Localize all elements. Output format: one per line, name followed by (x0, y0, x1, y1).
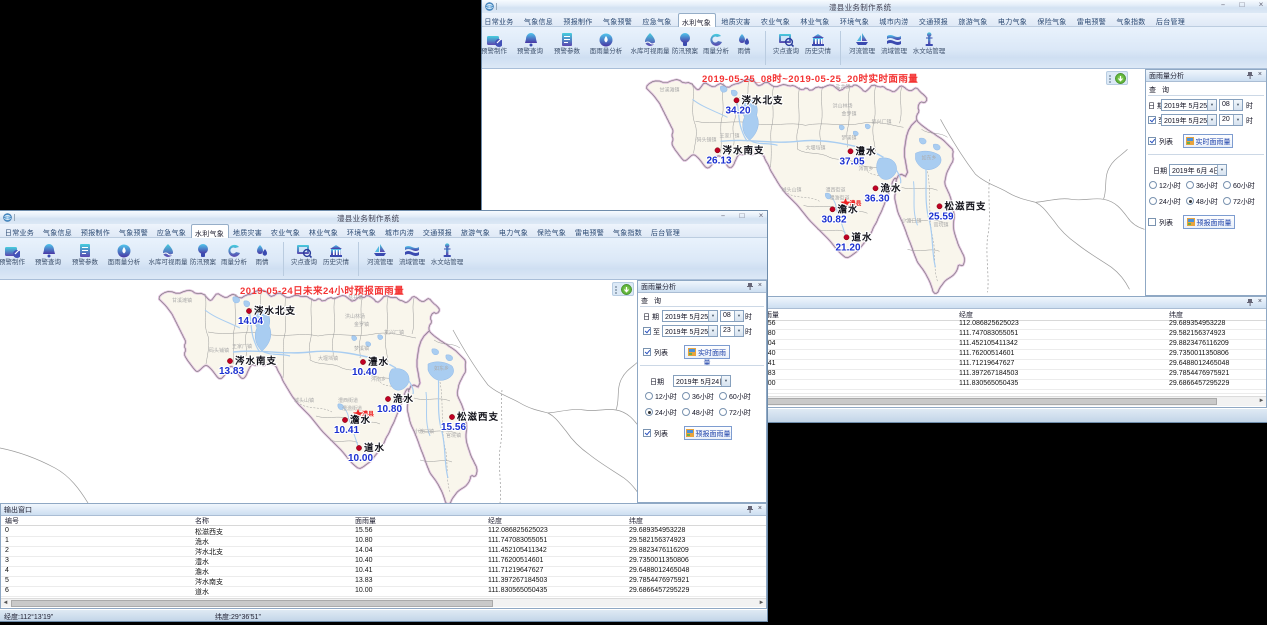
svg-text:30.82: 30.82 (822, 214, 847, 225)
svg-text:15.56: 15.56 (441, 422, 466, 433)
svg-text:10.41: 10.41 (334, 425, 359, 436)
svg-text:10.80: 10.80 (377, 404, 402, 415)
svg-text:37.05: 37.05 (840, 156, 865, 167)
svg-text:13.83: 13.83 (219, 366, 244, 377)
svg-text:26.13: 26.13 (707, 155, 732, 166)
svg-text:36.30: 36.30 (865, 193, 890, 204)
svg-text:21.20: 21.20 (836, 242, 861, 253)
svg-text:34.20: 34.20 (726, 105, 751, 116)
svg-text:10.40: 10.40 (352, 367, 377, 378)
svg-text:25.59: 25.59 (929, 211, 954, 222)
svg-text:14.04: 14.04 (238, 316, 263, 327)
svg-text:10.00: 10.00 (348, 453, 373, 464)
